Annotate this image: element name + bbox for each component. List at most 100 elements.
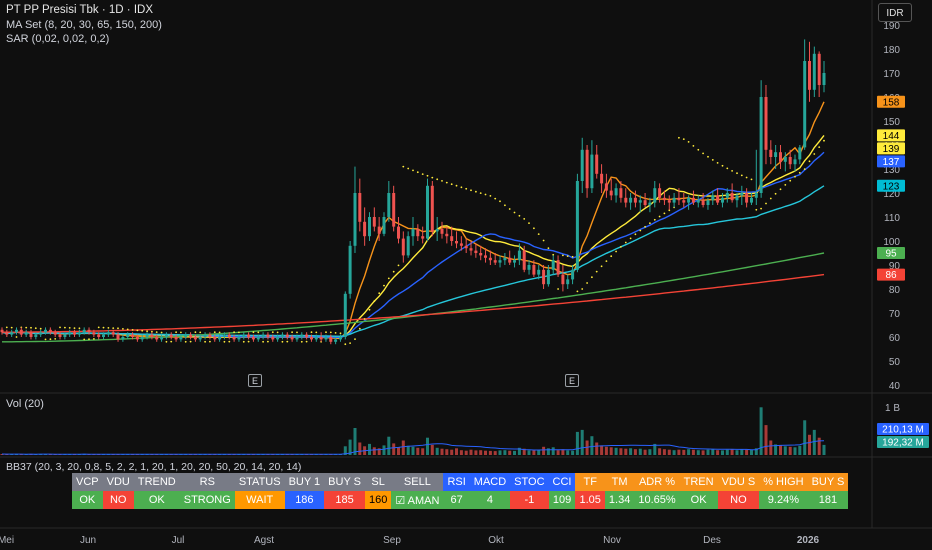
sar-dot — [465, 187, 468, 190]
sar-dot — [349, 342, 351, 344]
volume-legend[interactable]: Vol (20) — [6, 398, 44, 410]
sar-dot — [639, 229, 642, 232]
ma-set-legend[interactable]: MA Set (8, 20, 30, 65, 150, 200) — [6, 19, 162, 31]
candle-body — [179, 337, 183, 340]
sar-dot — [542, 239, 545, 242]
candle-body — [643, 200, 647, 205]
sar-dot — [475, 190, 477, 193]
volume-bar — [672, 450, 676, 455]
volume-bar — [421, 448, 425, 455]
volume-bar — [551, 447, 555, 455]
candle-body — [24, 332, 28, 335]
candle-body — [150, 334, 154, 337]
candle-body — [551, 260, 555, 270]
signal-table-cell: OK — [133, 491, 180, 509]
sar-dot — [653, 218, 656, 221]
candle-body — [280, 334, 284, 337]
volume-bar — [455, 448, 458, 455]
sar-dot — [445, 181, 448, 184]
sar-legend[interactable]: SAR (0,02, 0,02, 0,2) — [6, 33, 109, 45]
sar-dot — [726, 167, 729, 170]
sar-dot — [368, 308, 371, 311]
sar-dot — [624, 241, 627, 244]
sar-dot — [663, 212, 666, 215]
candle-body — [10, 332, 14, 335]
volume-bar — [648, 449, 652, 455]
volume-bar — [430, 444, 434, 455]
candle-body — [503, 257, 507, 261]
sar-dot — [64, 326, 66, 329]
earnings-event-marker[interactable]: E — [248, 374, 262, 387]
volume-bar — [745, 449, 749, 455]
volume-bar — [566, 450, 570, 455]
sar-dot — [605, 260, 608, 262]
sar-dot — [794, 175, 796, 178]
candle-body — [440, 229, 444, 234]
volume-bar — [406, 445, 410, 455]
sar-dot — [78, 327, 81, 330]
volume-value-text: 192,32 M — [882, 438, 924, 449]
sar-dot — [93, 338, 95, 340]
sar-dot — [5, 326, 8, 329]
bb37-legend[interactable]: BB37 (20, 3, 20, 0,8, 5, 2, 2, 1, 20, 1,… — [6, 461, 301, 473]
candle-body — [295, 337, 299, 340]
x-axis-label: Des — [703, 535, 721, 546]
y-tick-label: 60 — [889, 333, 901, 344]
sar-dot — [170, 340, 173, 343]
sar-dot — [769, 197, 772, 200]
volume-bar — [459, 450, 463, 455]
volume-bar — [725, 449, 729, 455]
y-tick-label: 110 — [884, 213, 900, 224]
volume-bar — [484, 450, 487, 455]
sar-dot — [165, 340, 168, 343]
candle-body — [469, 248, 473, 251]
y-tick-label: 180 — [883, 45, 900, 56]
sar-dot — [537, 233, 540, 236]
earnings-event-marker[interactable]: E — [565, 374, 579, 387]
candle-body — [426, 185, 429, 239]
currency-button[interactable]: IDR — [878, 3, 912, 22]
candle-body — [193, 337, 197, 340]
volume-bar — [508, 450, 512, 455]
candle-body — [155, 337, 159, 340]
sar-dot — [557, 288, 559, 290]
candle-body — [658, 188, 662, 198]
signal-table-cell: VCP — [72, 473, 103, 491]
candle-body — [368, 217, 371, 237]
candle-body — [633, 197, 637, 203]
volume-bar — [488, 450, 492, 455]
candle-body — [29, 332, 33, 337]
signal-table-cell: 1.34 — [604, 491, 635, 509]
sar-dot — [716, 162, 719, 164]
sar-dot — [750, 178, 753, 181]
volume-bar — [556, 450, 560, 455]
signal-table-cell: SELL — [391, 473, 444, 491]
price-label-text: 86 — [885, 270, 897, 281]
candle-body — [498, 260, 502, 263]
sar-dot — [731, 170, 733, 172]
sar-dot — [784, 184, 787, 186]
chart-title: PT PP Presisi Tbk · 1D · IDX — [6, 4, 153, 16]
sar-dot — [523, 218, 526, 220]
candle-body — [677, 197, 681, 201]
sar-dot — [789, 179, 792, 182]
volume-bar — [353, 428, 357, 455]
candle-body — [102, 334, 105, 337]
sar-dot — [600, 265, 603, 268]
volume-bar — [803, 420, 807, 455]
candle-body — [585, 149, 589, 189]
volume-bar — [624, 448, 628, 455]
sar-dot — [54, 338, 57, 340]
candle-body — [484, 255, 487, 258]
sar-dot — [339, 332, 342, 335]
candle-body — [324, 337, 328, 340]
sar-dot — [707, 155, 709, 158]
sar-dot — [300, 340, 303, 343]
volume-bar — [629, 448, 633, 455]
sar-dot — [818, 146, 821, 149]
volume-bar — [750, 449, 753, 455]
signal-table-cell: RSI — [443, 473, 470, 491]
price-label-text: 139 — [883, 144, 900, 155]
sar-dot — [39, 327, 42, 330]
signal-table-cell: 186 — [284, 491, 325, 509]
